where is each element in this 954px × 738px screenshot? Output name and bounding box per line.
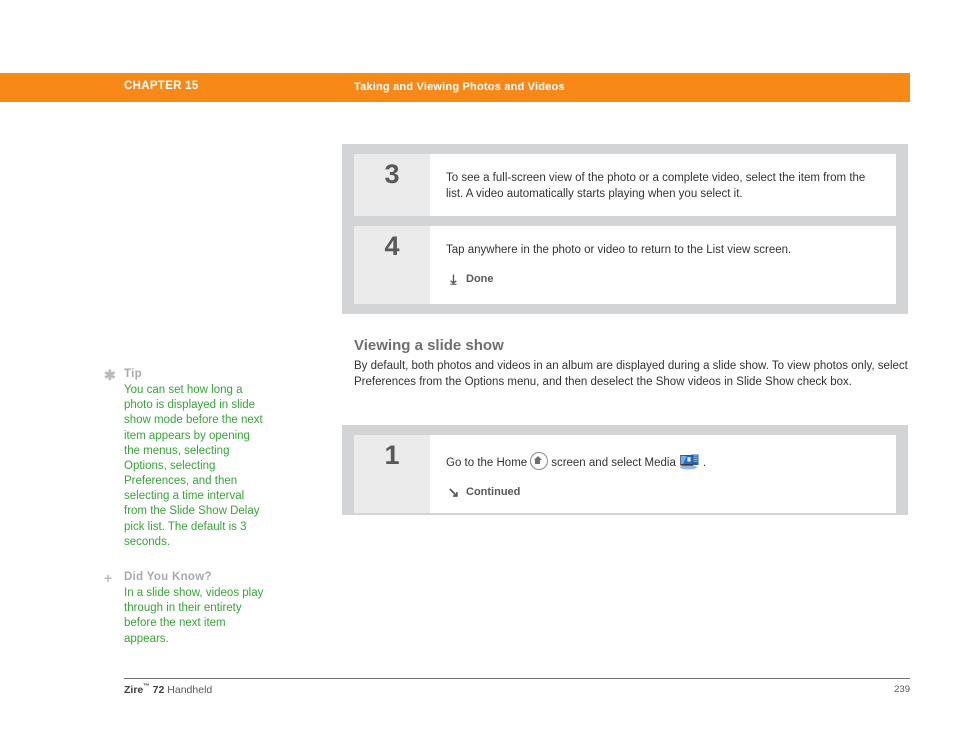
footer-page-number: 239 — [894, 684, 910, 695]
download-arrow-icon: ⤓ — [450, 270, 457, 287]
footer-model: 72 — [149, 684, 165, 696]
step-text-part-2: screen and select Media — [551, 457, 676, 469]
step-row: 1 Go to the Home screen and select Media — [354, 435, 896, 513]
note-label: Did You Know? — [124, 571, 212, 583]
footer-product-label: Zire™ 72 Handheld — [124, 683, 212, 696]
step-body: To see a full-screen view of the photo o… — [430, 154, 896, 216]
section-paragraph: By default, both photos and videos in an… — [354, 360, 908, 388]
step-instruction-text: Tap anywhere in the photo or video to re… — [446, 244, 792, 257]
header-title-label: Taking and Viewing Photos and Videos — [354, 81, 565, 93]
sidebar-note-did-you-know: + Did You Know? In a slide show, videos … — [104, 571, 264, 647]
step-text-part-3: . — [702, 457, 707, 469]
step-number: 3 — [384, 159, 400, 189]
note-header: ✱ Tip — [104, 368, 264, 382]
continued-label: Continued — [466, 485, 521, 498]
plus-icon: + — [104, 570, 113, 586]
steps-group-bottom: 1 Go to the Home screen and select Media — [342, 425, 908, 515]
footer-product: Handheld — [164, 684, 213, 696]
footer-brand: Zire — [124, 684, 144, 696]
done-action: ⤓ Done — [446, 272, 880, 286]
section-heading: Viewing a slide show — [354, 337, 504, 354]
header-chapter-label: CHAPTER 15 — [124, 80, 199, 92]
step-body: Tap anywhere in the photo or video to re… — [430, 226, 896, 304]
asterisk-icon: ✱ — [104, 367, 116, 383]
home-icon — [530, 452, 549, 470]
step-number-cell: 4 — [354, 226, 430, 305]
sidebar-note-tip: ✱ Tip You can set how long a photo is di… — [104, 368, 264, 550]
step-number-cell: 3 — [354, 154, 430, 217]
media-icon — [679, 453, 700, 470]
note-body-text: In a slide show, videos play through in … — [124, 587, 264, 645]
continued-action: ↘ Continued — [446, 485, 880, 499]
step-row: 4 Tap anywhere in the photo or video to … — [354, 226, 896, 305]
note-header: + Did You Know? — [104, 571, 264, 585]
step-instruction-text: To see a full-screen view of the photo o… — [446, 172, 866, 200]
step-body: Go to the Home screen and select Media .… — [430, 435, 896, 513]
arrow-down-right-icon: ↘ — [447, 483, 460, 500]
footer-divider — [124, 678, 910, 679]
done-label: Done — [466, 272, 494, 285]
steps-group-top: 3 To see a full-screen view of the photo… — [342, 144, 908, 314]
note-body-text: You can set how long a photo is displaye… — [124, 384, 263, 548]
step-number-cell: 1 — [354, 435, 430, 513]
note-label: Tip — [124, 368, 142, 380]
step-row: 3 To see a full-screen view of the photo… — [354, 154, 896, 217]
step-instruction-text: Go to the Home screen and select Media . — [446, 452, 880, 472]
step-number: 1 — [384, 440, 400, 470]
step-number: 4 — [384, 231, 400, 262]
step-text-part-1: Go to the Home — [446, 457, 528, 469]
